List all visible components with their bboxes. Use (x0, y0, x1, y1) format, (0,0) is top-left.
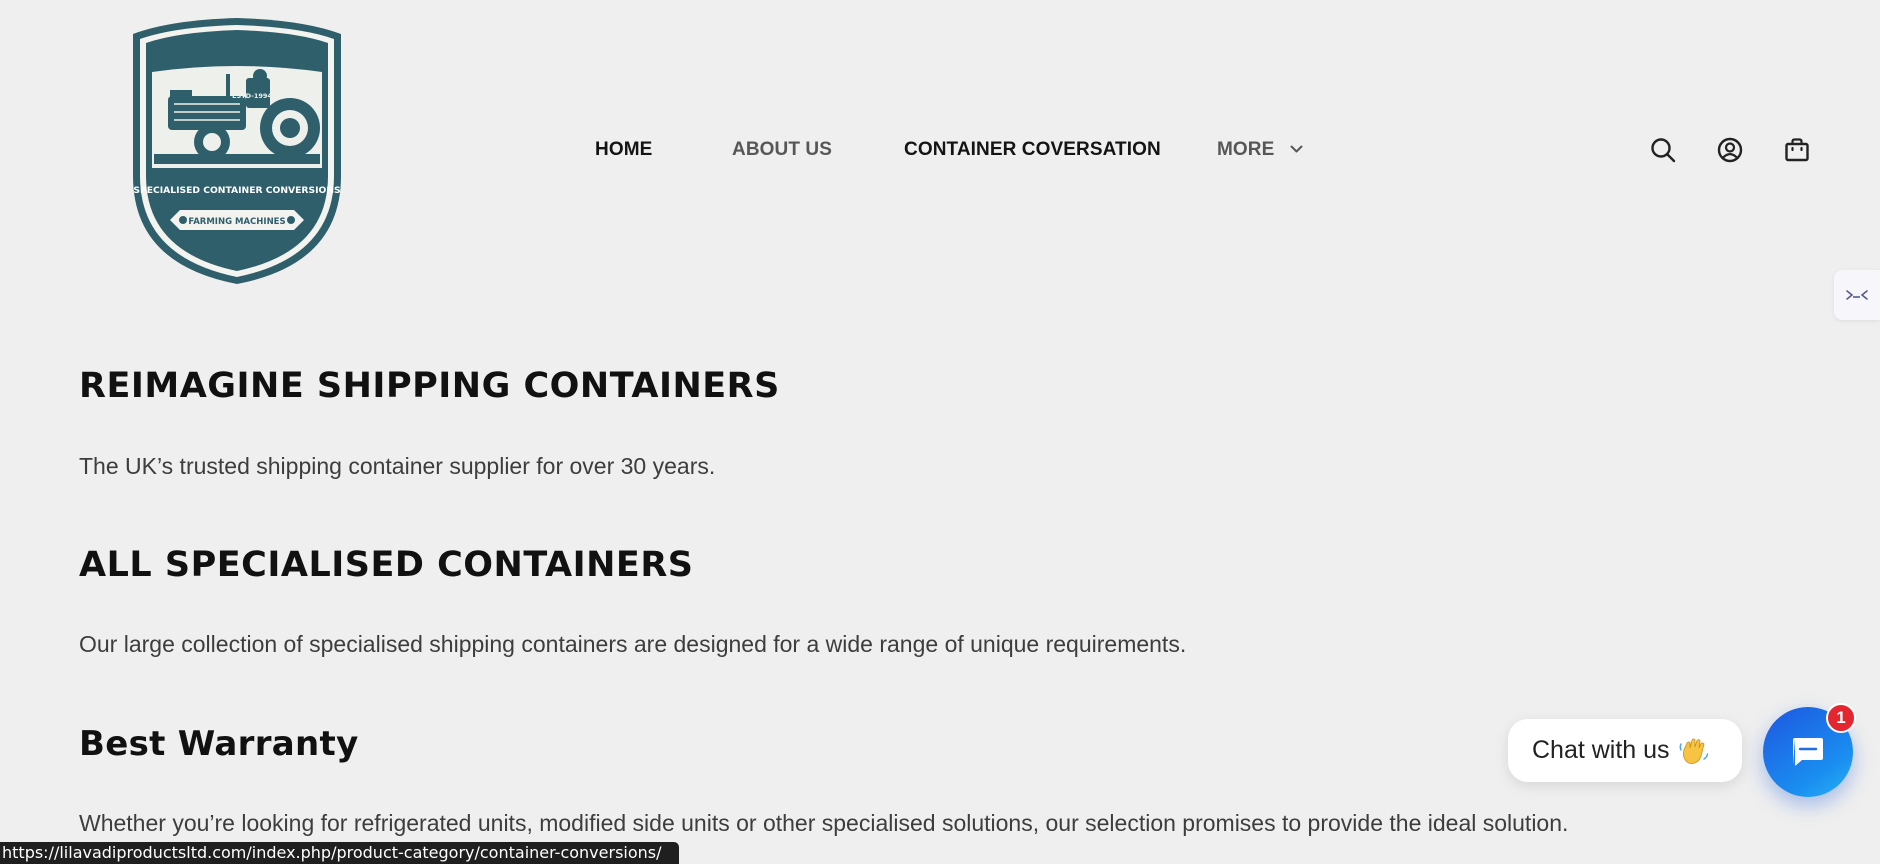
main-nav: HOME ABOUT US CONTAINER COVERSATION MORE (0, 131, 1880, 171)
nav-home[interactable]: HOME (595, 139, 652, 161)
side-toggle-tab[interactable] (1834, 270, 1880, 320)
section-heading-specialised: ALL SPECIALISED CONTAINERS (79, 545, 694, 585)
logo-tagline-text: SPECIALISED CONTAINER CONVERSIONS (133, 185, 340, 196)
chevron-down-icon (1290, 145, 1303, 153)
section-text-specialised: Our large collection of specialised ship… (79, 631, 1187, 657)
cart-icon (1785, 138, 1809, 162)
nav-more-label: MORE (1217, 139, 1275, 160)
section-heading-warranty: Best Warranty (79, 724, 359, 764)
browser-status-url: https://lilavadiproductsltd.com/index.ph… (0, 842, 679, 864)
chat-bubble-icon (1793, 738, 1823, 766)
cart-button[interactable] (1783, 136, 1811, 164)
collapse-arrows-icon (1846, 290, 1868, 300)
nav-about-us[interactable]: ABOUT US (732, 139, 832, 161)
search-button[interactable] (1649, 136, 1677, 164)
waving-hand-icon (1679, 737, 1708, 764)
logo-estd-text: ESTD-1994 (232, 92, 272, 100)
logo-badge-text: FARMING MACHINES (188, 217, 285, 227)
chat-prompt-bubble[interactable]: Chat with us (1508, 719, 1742, 782)
chat-notification-badge: 1 (1826, 703, 1856, 733)
chat-prompt-label: Chat with us (1532, 736, 1670, 764)
search-icon (1651, 138, 1676, 163)
nav-container-coversation[interactable]: CONTAINER COVERSATION (904, 139, 1161, 161)
account-icon (1717, 137, 1743, 163)
section-text-reimagine: The UK’s trusted shipping container supp… (79, 453, 716, 479)
section-text-warranty: Whether you’re looking for refrigerated … (79, 810, 1569, 836)
nav-more[interactable]: MORE (1217, 139, 1303, 161)
account-button[interactable] (1716, 136, 1744, 164)
section-heading-reimagine: REIMAGINE SHIPPING CONTAINERS (79, 366, 780, 406)
